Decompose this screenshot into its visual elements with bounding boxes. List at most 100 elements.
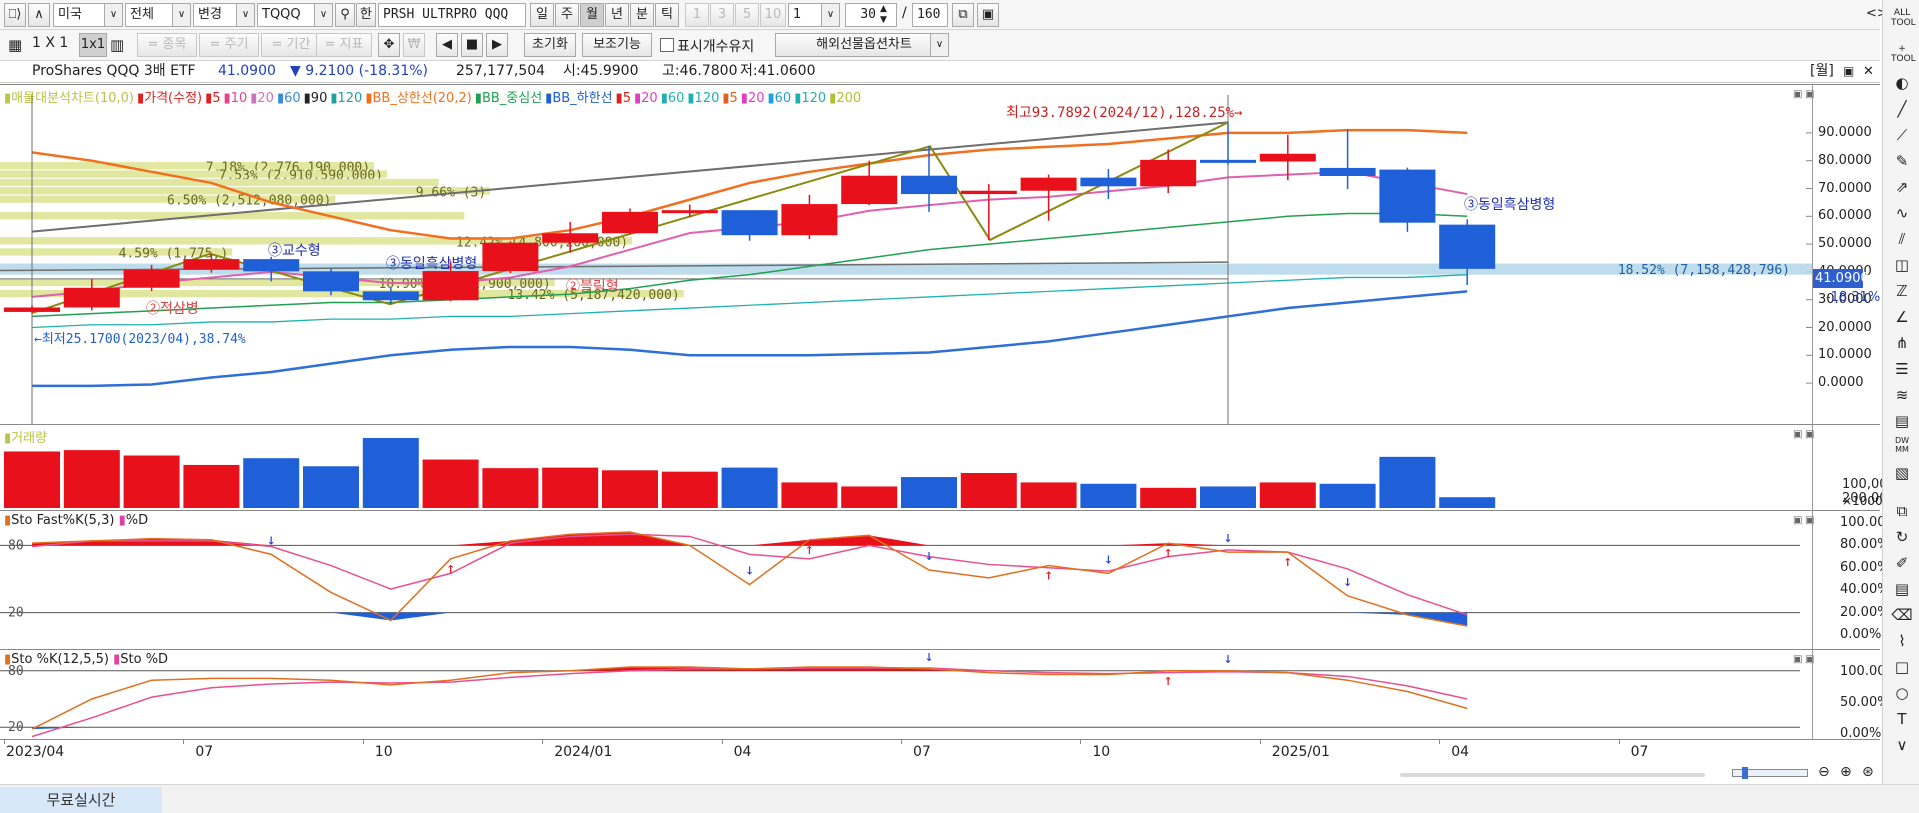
circle-icon[interactable]: ○	[1891, 682, 1913, 704]
wave-icon[interactable]: ∿	[1891, 202, 1913, 224]
next-icon[interactable]: ▶	[486, 33, 508, 57]
arc-icon[interactable]: ≋	[1891, 384, 1913, 406]
zoom-slider-handle[interactable]	[1742, 767, 1748, 779]
prev-icon[interactable]: ◀	[436, 33, 458, 57]
sto-fast-signal-arrow: ↓	[745, 561, 754, 579]
sto-fast-signal-arrow: ↑	[805, 540, 814, 558]
close-icon[interactable]: ✕	[1863, 61, 1874, 82]
maximize-icon[interactable]: ▣	[1843, 61, 1854, 82]
box-icon[interactable]: ▤	[1891, 578, 1913, 600]
channel-icon[interactable]: ⫽	[1891, 228, 1913, 250]
price-y-tick: 20.0000	[1818, 319, 1872, 335]
item-button[interactable]: = 종목	[137, 33, 197, 57]
han-button[interactable]: 한	[356, 3, 376, 27]
tool-icon[interactable]: + TOOL	[1891, 44, 1916, 66]
scope-select[interactable]: 전체 ∨	[125, 3, 191, 27]
fan-icon[interactable]: ⋔	[1891, 332, 1913, 354]
all-tools-icon[interactable]: ALL TOOL	[1891, 8, 1916, 30]
total-count-field[interactable]: 160	[912, 3, 948, 27]
market-select[interactable]: 미국 ∨	[53, 3, 123, 27]
sto-fast-y-axis	[1812, 511, 1813, 649]
zoom-in-icon[interactable]: ⊕	[1840, 764, 1852, 780]
period-month-button[interactable]: 월	[580, 3, 604, 27]
period-button[interactable]: = 주기	[199, 33, 259, 57]
chevron-down-icon: ∨	[236, 4, 254, 26]
period-week-button[interactable]: 주	[555, 3, 579, 27]
futures-chart-select[interactable]: 해외선물옵션차트 ∨	[775, 33, 949, 57]
candle-body	[960, 190, 1017, 195]
x-axis-label: 04	[733, 744, 752, 760]
x-axis-label: 2023/04	[6, 744, 65, 760]
horizontal-scrollbar[interactable]	[1400, 773, 1705, 777]
eraser-icon[interactable]: ⌫	[1891, 604, 1913, 626]
ruler-icon[interactable]: ⟋	[1891, 124, 1913, 146]
chevron-down-icon[interactable]: ∨	[1891, 734, 1913, 756]
price-y-tick: 50.0000	[1818, 236, 1872, 252]
change-select[interactable]: 변경 ∨	[193, 3, 255, 27]
sto-fast-signal-arrow: ↑	[1283, 552, 1292, 570]
zigzag-icon[interactable]: ℤ	[1891, 280, 1913, 302]
interval-select[interactable]: 1 ∨	[788, 3, 840, 27]
save-icon[interactable]: ▣	[977, 3, 999, 27]
ticker-select[interactable]: TQQQ ∨	[257, 3, 333, 27]
spinner-arrows-icon[interactable]: ▲ ▼	[880, 4, 887, 26]
high-price: 고:46.7800	[662, 63, 738, 79]
volume-value: 257,177,504	[456, 63, 546, 79]
drawing-toolbar: ALL TOOL + TOOL ◐ ╱ ⟋ ✎ ⇗ ∿ ⫽ ◫ ℤ ∠ ⋔ ☰ ≋ …	[1882, 0, 1919, 813]
ticker-name-field[interactable]: PRSH ULTRPRO QQQ	[378, 3, 526, 27]
copy-icon[interactable]: ⧉	[1891, 500, 1913, 522]
trend-icon[interactable]: ⇗	[1891, 176, 1913, 198]
sto-slow-level-label: 80	[8, 664, 24, 679]
interval-3-button[interactable]: 3	[710, 3, 734, 27]
x-axis-tick	[1080, 739, 1082, 744]
zoom-reset-icon[interactable]: ⊛	[1862, 764, 1874, 780]
table-icon[interactable]: ▥	[110, 36, 124, 54]
polyline-icon[interactable]: ⌇	[1891, 630, 1913, 652]
free-realtime-tab[interactable]: 무료실시간	[0, 787, 162, 813]
line-icon[interactable]: ╱	[1891, 98, 1913, 120]
aux-function-button[interactable]: 보조기능	[582, 33, 652, 57]
stop-icon[interactable]: ■	[461, 33, 483, 57]
chevron-up-icon[interactable]: ∧	[28, 3, 50, 27]
layout-toggle-icon[interactable]: ⎕⟩	[4, 3, 26, 27]
grid-icon[interactable]: ▦	[8, 36, 22, 54]
contrast-icon[interactable]: ◐	[1891, 72, 1913, 94]
interval-5-button[interactable]: 5	[735, 3, 759, 27]
edit-icon[interactable]: ✐	[1891, 552, 1913, 574]
volume-bar	[243, 458, 300, 508]
angle-icon[interactable]: ∠	[1891, 306, 1913, 328]
count-spinner[interactable]: 30	[845, 3, 897, 27]
interval-10-button[interactable]: 10	[760, 3, 786, 27]
image-icon[interactable]: ▧	[1891, 462, 1913, 484]
sto-slow-svg: 80 20 ↓ ↑ ↓	[0, 650, 1800, 738]
grid-tool-icon[interactable]: ▤	[1891, 410, 1913, 432]
layout-1x1-button[interactable]: 1x1	[79, 33, 107, 57]
range-button[interactable]: = 기간	[261, 33, 321, 57]
reset-button[interactable]: 초기화	[524, 33, 576, 57]
period-tag: [월]	[1810, 63, 1834, 79]
zoom-out-icon[interactable]: ⊖	[1818, 764, 1830, 780]
period-day-button[interactable]: 일	[530, 3, 554, 27]
crosshair-icon[interactable]: ₩	[403, 33, 425, 57]
refresh-icon[interactable]: ↻	[1891, 526, 1913, 548]
period-year-button[interactable]: 년	[605, 3, 629, 27]
interval-1-button[interactable]: 1	[685, 3, 709, 27]
indicator-button[interactable]: = 지표	[316, 33, 372, 57]
shapes-icon[interactable]: ◫	[1891, 254, 1913, 276]
search-icon[interactable]: ⚲	[335, 3, 355, 27]
show-count-checkbox[interactable]	[660, 38, 674, 52]
text-tool-icon[interactable]: DW MM	[1891, 436, 1913, 458]
period-minute-button[interactable]: 분	[630, 3, 654, 27]
candle-body	[1259, 153, 1316, 162]
volume-bar	[542, 467, 599, 508]
new-window-icon[interactable]: ⧉	[952, 3, 974, 27]
text-icon[interactable]: T	[1891, 708, 1913, 730]
fib-icon[interactable]: ☰	[1891, 358, 1913, 380]
period-tick-button[interactable]: 틱	[655, 3, 679, 27]
pencil-icon[interactable]: ✎	[1891, 150, 1913, 172]
candle-body	[123, 269, 180, 288]
sto-fast-overbought-fill	[32, 531, 1468, 546]
rectangle-icon[interactable]: □	[1891, 656, 1913, 678]
layout-1x1-label[interactable]: 1 X 1	[32, 35, 68, 51]
move-icon[interactable]: ✥	[378, 33, 400, 57]
